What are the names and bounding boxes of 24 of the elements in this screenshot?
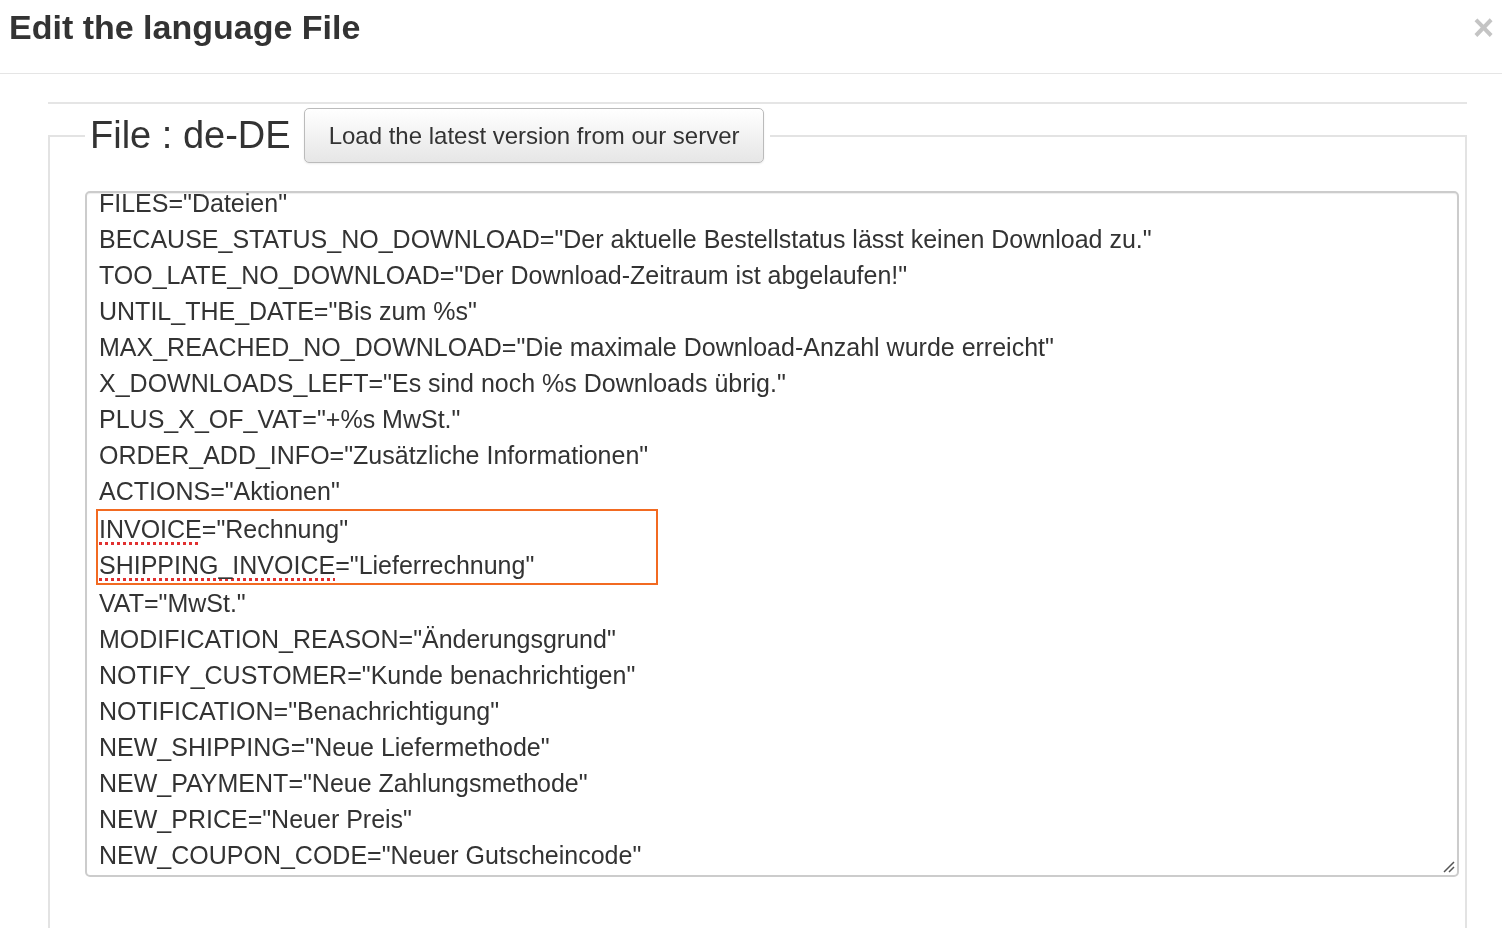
text-line: INVOICE="Rechnung" — [99, 514, 350, 545]
text-line: X_DOWNLOADS_LEFT="Es sind noch %s Downloads übrig." — [99, 368, 787, 399]
text-line: TOO_LATE_NO_DOWNLOAD="Der Download-Zeitraum ist abgelaufen!" — [99, 260, 909, 291]
resize-grip-icon[interactable] — [1441, 859, 1455, 873]
text-line: NEW_COUPON_CODE="Neuer Gutscheincode" — [99, 840, 643, 871]
text-line: FILES="Dateien" — [99, 193, 288, 219]
dialog-title: Edit the language File — [9, 8, 361, 47]
text-line: ACTIONS="Aktionen" — [99, 476, 341, 507]
text-line: NOTIFICATION="Benachrichtigung" — [99, 696, 501, 727]
text-line: NEW_SHIPPING="Neue Liefermethode" — [99, 732, 551, 763]
text-line: SHIPPING_INVOICE="Lieferrechnung" — [99, 550, 536, 581]
text-line: NEW_PAYMENT="Neue Zahlungsmethode" — [99, 768, 589, 799]
text-area[interactable] — [85, 191, 1459, 877]
load-button[interactable]: Load the latest version from our server — [303, 108, 765, 163]
text-line: VAT="MwSt." — [99, 588, 247, 619]
text-line: MODIFICATION_REASON="Änderungsgrund" — [99, 624, 617, 655]
file-legend: File : de-DE — [90, 114, 291, 157]
text-line: MAX_REACHED_NO_DOWNLOAD="Die maximale Download-Anzahl wurde erreicht" — [99, 332, 1055, 363]
text-line: ORDER_ADD_INFO="Zusätzliche Informationen" — [99, 440, 650, 471]
text-line: PLUS_X_OF_VAT="+%s MwSt." — [99, 404, 462, 435]
text-line: UNTIL_THE_DATE="Bis zum %s" — [99, 296, 478, 327]
text-line: NEW_PRICE="Neuer Preis" — [99, 804, 413, 835]
text-line: NOTIFY_CUSTOMER="Kunde benachrichtigen" — [99, 660, 637, 691]
text-line: BECAUSE_STATUS_NO_DOWNLOAD="Der aktuelle Bestellstatus lässt keinen Download zu." — [99, 224, 1153, 255]
